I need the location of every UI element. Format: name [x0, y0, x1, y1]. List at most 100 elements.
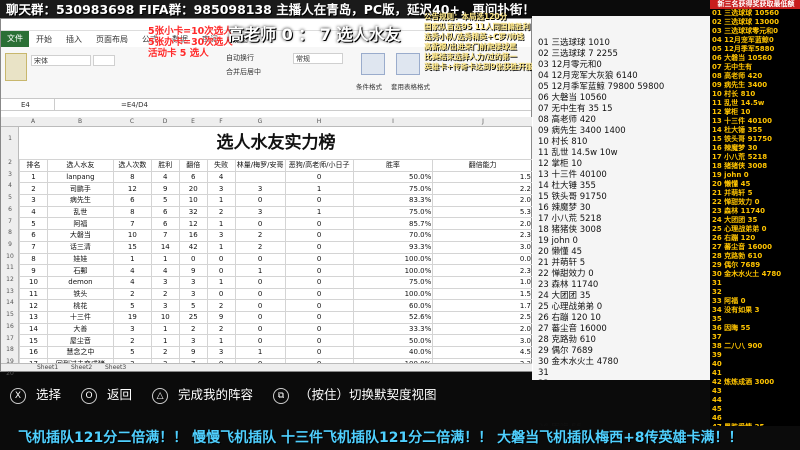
table-cell[interactable]: 6 — [112, 194, 152, 207]
table-cell[interactable]: 6 — [19, 229, 48, 242]
table-cell[interactable]: 大善 — [46, 322, 114, 336]
table-cell[interactable]: 0 — [234, 275, 286, 289]
table-cell[interactable]: 100.0% — [352, 252, 434, 266]
table-cell[interactable]: 14 — [150, 240, 180, 254]
table-cell[interactable]: 0 — [234, 287, 286, 301]
table-cell[interactable]: 25 — [178, 310, 208, 324]
table-cell[interactable]: demon — [46, 275, 114, 289]
table-cell[interactable]: 20 — [178, 182, 208, 196]
table-cell[interactable]: 12 — [19, 299, 48, 312]
table-cell[interactable]: 2.3 — [432, 229, 533, 242]
row-number[interactable]: 1 — [1, 135, 19, 142]
table-cell[interactable]: 9 — [178, 346, 208, 359]
table-cell[interactable]: 3.0 — [432, 240, 533, 254]
table-cell[interactable]: 6 — [178, 170, 208, 184]
table-cell[interactable]: 0 — [284, 310, 354, 324]
table-cell[interactable]: 0 — [284, 334, 354, 347]
table-cell[interactable]: 2 — [206, 299, 236, 312]
table-cell[interactable]: 娃娃 — [46, 252, 114, 266]
table-cell[interactable]: 2 — [150, 287, 180, 301]
table-cell[interactable]: 1 — [284, 205, 354, 219]
row-number[interactable]: 12 — [1, 276, 19, 283]
table-cell[interactable]: 42 — [178, 240, 208, 254]
table-cell[interactable]: 3 — [206, 182, 236, 196]
table-cell[interactable]: 75.0% — [352, 182, 434, 196]
table-cell[interactable]: 0 — [284, 229, 354, 242]
table-cell[interactable]: 0 — [206, 287, 236, 301]
column-letter[interactable]: D — [151, 118, 179, 125]
table-cell[interactable]: 0 — [234, 334, 286, 347]
table-cell[interactable]: 3 — [178, 275, 208, 289]
table-cell[interactable]: 40.0% — [352, 346, 434, 359]
table-cell[interactable]: 1 — [234, 264, 286, 277]
table-cell[interactable]: 2 — [206, 205, 236, 219]
table-cell[interactable]: 0 — [284, 240, 354, 254]
table-cell[interactable]: 19 — [112, 310, 152, 324]
column-letter[interactable]: G — [235, 118, 285, 125]
table-cell[interactable]: 15 — [112, 240, 152, 254]
row-number[interactable]: 14 — [1, 299, 19, 306]
row-number[interactable]: 2 — [1, 159, 19, 166]
table-cell[interactable]: 0 — [234, 322, 286, 336]
table-cell[interactable]: 1 — [234, 346, 286, 359]
ribbon-tab[interactable]: 文件 — [1, 31, 29, 47]
table-cell[interactable] — [234, 170, 286, 184]
table-cell[interactable]: 2 — [234, 229, 286, 242]
row-number[interactable]: 15 — [1, 311, 19, 318]
table-cell[interactable]: 2 — [206, 322, 236, 336]
table-cell[interactable]: 3 — [206, 346, 236, 359]
table-cell[interactable]: 1 — [284, 182, 354, 196]
table-cell[interactable]: 0 — [284, 346, 354, 359]
table-cell[interactable]: 10 — [112, 229, 152, 242]
table-cell[interactable]: 0 — [234, 194, 286, 207]
column-letter[interactable]: C — [113, 118, 151, 125]
column-letter[interactable]: I — [353, 118, 433, 125]
table-cell[interactable]: 2.3 — [432, 264, 533, 277]
table-cell[interactable]: 3 — [178, 287, 208, 301]
table-cell[interactable]: 0 — [234, 217, 286, 231]
conditional-format-icon[interactable] — [361, 53, 385, 75]
table-cell[interactable]: 100.0% — [352, 287, 434, 301]
sheet-tab-2[interactable]: Sheet2 — [71, 364, 92, 371]
table-cell[interactable]: 2.2 — [432, 182, 533, 196]
table-cell[interactable]: 屋尘音 — [46, 334, 114, 347]
table-cell[interactable]: 9 — [150, 182, 180, 196]
table-cell[interactable]: 100.0% — [352, 264, 434, 277]
table-cell[interactable]: 3.0 — [432, 334, 533, 347]
table-cell[interactable]: 10 — [19, 275, 48, 289]
table-cell[interactable]: 9 — [19, 264, 48, 277]
table-cell[interactable]: 5 — [150, 194, 180, 207]
table-cell[interactable]: 8 — [19, 252, 48, 266]
table-cell[interactable]: 32 — [178, 205, 208, 219]
table-cell[interactable]: 石郵 — [46, 264, 114, 277]
table-cell[interactable]: 4 — [150, 264, 180, 277]
table-cell[interactable]: 5.3 — [432, 205, 533, 219]
table-cell[interactable]: 1.5 — [432, 287, 533, 301]
table-cell[interactable]: 3 — [19, 194, 48, 207]
table-cell[interactable]: 10 — [150, 310, 180, 324]
table-cell[interactable]: 2 — [19, 182, 48, 196]
table-cell[interactable]: 0 — [284, 194, 354, 207]
table-cell[interactable]: 0 — [284, 322, 354, 336]
row-number[interactable]: 17 — [1, 335, 19, 342]
table-cell[interactable]: 70.0% — [352, 229, 434, 242]
table-cell[interactable]: 2.0 — [432, 194, 533, 207]
table-cell[interactable]: 0 — [284, 217, 354, 231]
ribbon-tab[interactable]: 插入 — [59, 34, 89, 45]
table-cell[interactable]: 3 — [206, 229, 236, 242]
font-size-select[interactable] — [93, 55, 115, 66]
table-cell[interactable]: 0 — [284, 170, 354, 184]
table-cell[interactable]: 1.5 — [432, 170, 533, 184]
table-cell[interactable]: 7 — [150, 229, 180, 242]
table-cell[interactable]: 50.0% — [352, 334, 434, 347]
table-format-icon[interactable] — [396, 53, 420, 75]
table-cell[interactable]: 4 — [150, 170, 180, 184]
table-cell[interactable]: 83.3% — [352, 194, 434, 207]
table-cell[interactable]: 大磐当 — [46, 229, 114, 242]
cell-ref-box[interactable]: E4 — [3, 99, 55, 111]
table-cell[interactable]: 十三件 — [46, 310, 114, 324]
table-cell[interactable]: 0 — [284, 287, 354, 301]
table-cell[interactable]: 1 — [150, 252, 180, 266]
table-cell[interactable]: 乱世 — [46, 205, 114, 219]
table-cell[interactable]: 14 — [19, 322, 48, 336]
